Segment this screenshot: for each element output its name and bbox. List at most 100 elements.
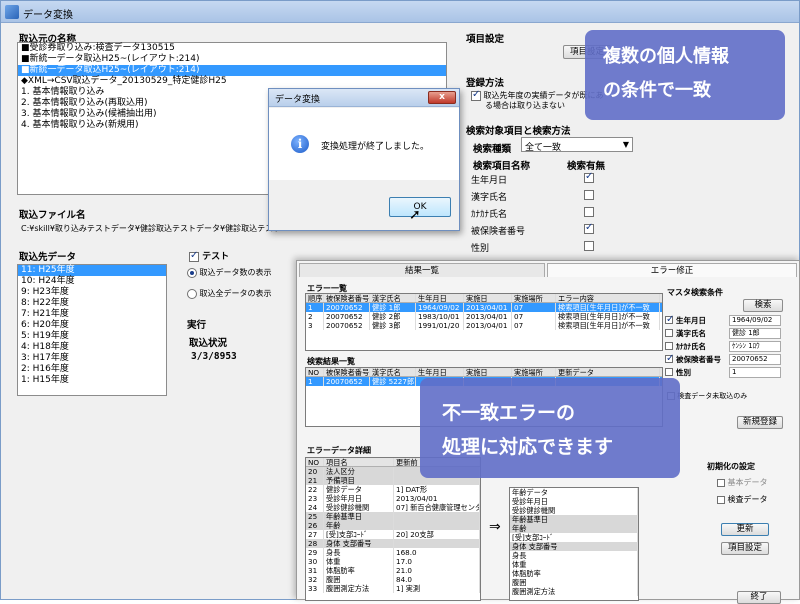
tab-error-fix[interactable]: エラー修正	[547, 263, 797, 277]
list-item[interactable]: 7: H21年度	[18, 309, 166, 320]
radio-count[interactable]: 取込データ数の表示	[187, 267, 272, 278]
dest-list[interactable]: 11: H25年度 10: H24年度 9: H23年度 8: H22年度 7: H21…	[17, 264, 167, 396]
match-item-checkbox[interactable]	[665, 314, 674, 325]
table-cell: 20070652	[324, 312, 370, 321]
init-checkbox1[interactable]	[717, 478, 725, 487]
list-item[interactable]: 3: H17年度	[18, 353, 166, 364]
match-item-value[interactable]: 健診 1郎	[729, 328, 781, 339]
tab-results[interactable]: 結果一覧	[299, 263, 545, 277]
table-cell: 07	[512, 312, 556, 321]
test-checkbox-row[interactable]: テスト	[189, 249, 229, 262]
table-row[interactable]: 体脂肪率	[510, 569, 638, 578]
search-item-name: 性別	[471, 244, 490, 254]
list-item[interactable]: 6: H20年度	[18, 320, 166, 331]
table-cell: 23	[306, 494, 324, 503]
table-row[interactable]: 23 受診年月日 2013/04/01	[306, 494, 480, 503]
match-item-value[interactable]: ｹﾝｼﾝ 1ﾛｳ	[729, 341, 781, 352]
table-row[interactable]: 腹囲測定方法	[510, 587, 638, 596]
test-checkbox[interactable]	[189, 250, 199, 262]
table-row[interactable]: 年齢データ	[510, 488, 638, 497]
error-detail-label: エラーデータ詳細	[307, 446, 371, 455]
search-type-select[interactable]: 全て一致 ▼	[521, 137, 633, 153]
table-row[interactable]: 32 腹囲 84.0	[306, 575, 480, 584]
table-row[interactable]: 身体 支部番号	[510, 542, 638, 551]
table-cell: 年齢基準日	[324, 512, 394, 521]
table-row[interactable]: [受]支部ｺｰﾄﾞ	[510, 533, 638, 542]
search-item-checkbox[interactable]	[584, 241, 594, 251]
init-checkbox2[interactable]	[717, 495, 725, 504]
table-row[interactable]: 1 20070652 健診 1郎 1964/09/02 2013/04/01 07 検索項目…	[306, 303, 662, 312]
radio-count-button[interactable]	[187, 267, 197, 278]
table-row[interactable]: 受診年月日	[510, 497, 638, 506]
match-item-checkbox[interactable]	[665, 329, 673, 337]
table-row[interactable]: 年齢基準日	[510, 515, 638, 524]
match-item-row: 性別 1	[665, 367, 797, 380]
table-row[interactable]: 29 身長 168.0	[306, 548, 480, 557]
radio-all-button[interactable]	[187, 288, 197, 299]
error-list-grid[interactable]: 順序 被保険者番号 漢字氏名 生年月日 実施日 実施場所 エラー内容 1 20070652 健診 …	[305, 293, 663, 351]
table-row[interactable]: 22 健診データ 1] DAT形	[306, 485, 480, 494]
error-detail-grid[interactable]: NO 項目名 更新前 20 法人区分 21 予備項目 22 健診データ 1] DAT形 23 受診年月…	[305, 457, 481, 601]
match-item-checkbox[interactable]	[665, 353, 674, 364]
search-item-checkbox[interactable]	[584, 171, 594, 183]
search-item-row: 生年月日	[471, 171, 631, 188]
table-row[interactable]: 24 受診健診機関 07] 新百合健康管理センタ	[306, 503, 480, 512]
update-detail-grid[interactable]: 年齢データ 受診年月日 受診健診機関 年齢基準日 年齢 [受]支部ｺｰﾄﾞ 身体 支部番号身…	[509, 487, 639, 601]
list-item[interactable]: 1: H15年度	[18, 375, 166, 386]
list-item[interactable]: 11: H25年度	[18, 265, 166, 276]
match-item-value[interactable]: 1964/09/02	[729, 315, 781, 326]
table-row[interactable]: 3 20070652 健診 3郎 1991/01/20 2013/04/01 07 検索項目…	[306, 321, 662, 330]
list-item[interactable]: 8: H22年度	[18, 298, 166, 309]
table-row[interactable]: 年齢	[510, 524, 638, 533]
close-button[interactable]: x	[428, 91, 456, 104]
list-item[interactable]: 5: H19年度	[18, 331, 166, 342]
item-settings-button-2[interactable]: 項目設定	[721, 542, 769, 555]
match-items: 生年月日1964/09/02漢字氏名健診 1郎ｶﾅｶﾅ氏名ｹﾝｼﾝ 1ﾛｳ被保険…	[665, 314, 797, 380]
table-row[interactable]: 受診健診機関	[510, 506, 638, 515]
list-item[interactable]: ■受診券取り込み:検査データ130515	[18, 43, 446, 54]
match-item-checkbox[interactable]	[665, 368, 673, 376]
new-register-button[interactable]: 新規登録	[737, 416, 783, 429]
update-button[interactable]: 更新	[721, 523, 769, 536]
callout-top-line1: 複数の個人情報	[603, 46, 729, 67]
search-item-checkbox[interactable]	[584, 207, 594, 217]
search-item-checkbox[interactable]	[584, 222, 594, 234]
init-check2-row[interactable]: 検査データ	[717, 494, 768, 505]
list-item[interactable]: 2: H16年度	[18, 364, 166, 375]
list-item[interactable]: 4: H18年度	[18, 342, 166, 353]
search-item-row: ｶﾅｶﾅ氏名	[471, 205, 631, 222]
table-row[interactable]: 25 年齢基準日	[306, 512, 480, 521]
table-row[interactable]: 28 身体 支部番号	[306, 539, 480, 548]
list-item[interactable]: ■新統一データ取込H25~(レイアウト:214)	[18, 65, 446, 76]
search-item-checkbox[interactable]	[584, 190, 594, 200]
match-item-value[interactable]: 20070652	[729, 354, 781, 365]
list-item[interactable]: ◆XML→CSV取込データ_20130529_特定健診H25	[18, 76, 446, 87]
table-row[interactable]: 31 体脂肪率 21.0	[306, 566, 480, 575]
init-check1-label: 基本データ	[727, 478, 768, 487]
table-row[interactable]: 26 年齢	[306, 521, 480, 530]
register-checkbox[interactable]	[471, 89, 481, 101]
table-row[interactable]: 33 腹囲測定方法 1] 実測	[306, 584, 480, 593]
file-path-field[interactable]: C:¥skill¥取り込みテストデータ¥健診取込テストデータ¥健診取込テスト	[21, 223, 281, 234]
match-item-value[interactable]: 1	[729, 367, 781, 378]
table-cell: 1] DAT形	[394, 485, 480, 494]
list-item[interactable]: 10: H24年度	[18, 276, 166, 287]
list-item[interactable]: ■新統一データ取込H25~(レイアウト:214)	[18, 54, 446, 65]
table-row[interactable]: 2 20070652 健診 2郎 1983/10/01 2013/04/01 07 検索項目…	[306, 312, 662, 321]
table-cell	[394, 521, 480, 530]
table-row[interactable]: 体重	[510, 560, 638, 569]
table-cell: 腹囲	[324, 575, 394, 584]
list-item[interactable]: 9: H23年度	[18, 287, 166, 298]
table-row[interactable]: 30 体重 17.0	[306, 557, 480, 566]
match-item-checkbox[interactable]	[665, 342, 673, 350]
unmatched-check-label: 検査データ未取込のみ	[677, 392, 748, 400]
table-row[interactable]: 27 [受]支部ｺｰﾄﾞ 20] 20支部	[306, 530, 480, 539]
init-check1-row[interactable]: 基本データ	[717, 477, 768, 488]
radio-all[interactable]: 取込全データの表示	[187, 288, 272, 299]
table-row[interactable]: 身長	[510, 551, 638, 560]
callout-bottom-line1: 不一致エラーの	[442, 402, 576, 424]
end-button[interactable]: 終了	[737, 591, 781, 604]
table-row[interactable]: 腹囲	[510, 578, 638, 587]
search-button[interactable]: 検索	[743, 299, 783, 312]
register-check-text2: る場合は取り込まない	[485, 101, 565, 110]
